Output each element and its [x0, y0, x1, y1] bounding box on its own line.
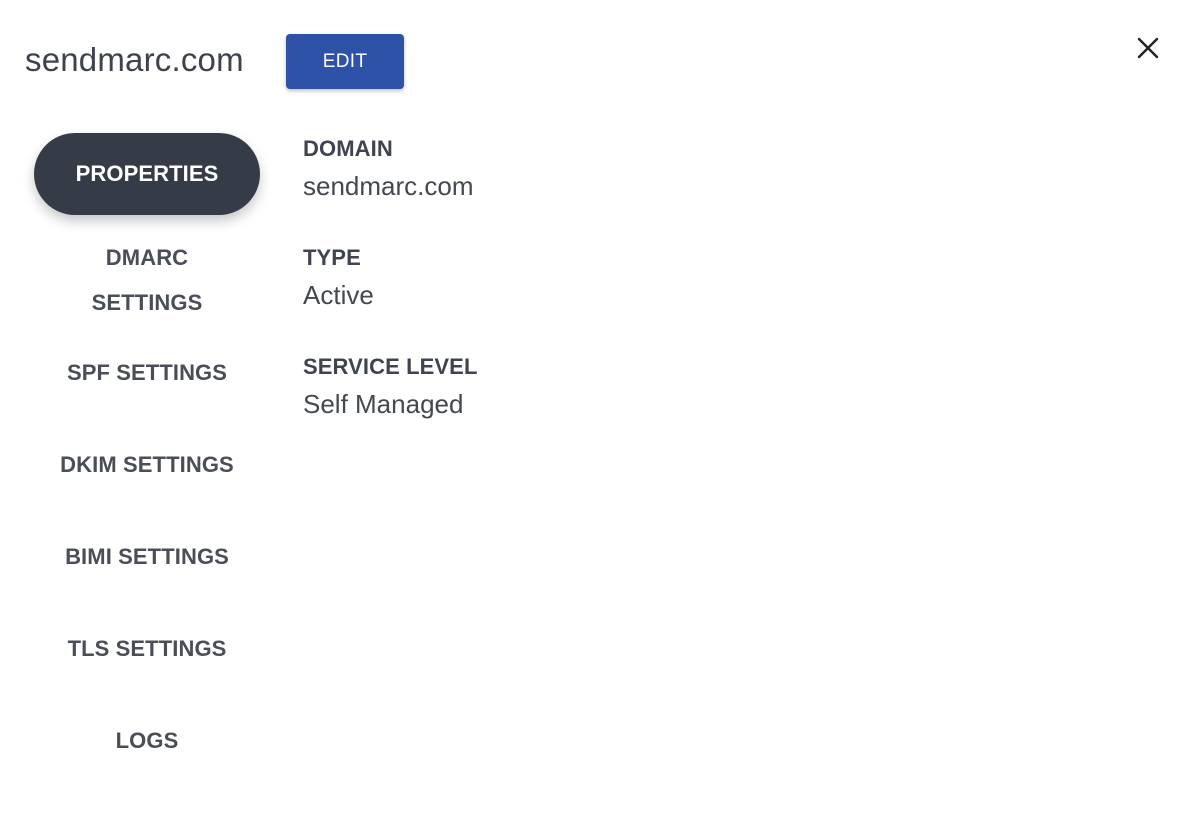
domain-value: sendmarc.com: [303, 171, 474, 201]
sidebar-nav: PROPERTIES DMARC SETTINGS SPF SETTINGS D…: [34, 133, 260, 764]
domain-label: DOMAIN: [303, 136, 393, 161]
service-level-value: Self Managed: [303, 389, 464, 419]
properties-panel: DOMAIN sendmarc.com TYPE Active SERVICE …: [303, 134, 478, 461]
close-button[interactable]: [1130, 30, 1166, 66]
sidebar-item-tls-settings[interactable]: TLS SETTINGS: [34, 626, 260, 672]
type-value: Active: [303, 280, 374, 310]
sidebar-item-properties[interactable]: PROPERTIES: [34, 133, 260, 215]
edit-button[interactable]: EDIT: [286, 34, 404, 89]
sidebar-item-logs[interactable]: LOGS: [34, 718, 260, 764]
service-level-label: SERVICE LEVEL: [303, 354, 478, 379]
sidebar-item-spf-settings[interactable]: SPF SETTINGS: [34, 350, 260, 396]
sidebar-item-bimi-settings[interactable]: BIMI SETTINGS: [34, 534, 260, 580]
sidebar-item-dkim-settings[interactable]: DKIM SETTINGS: [34, 442, 260, 488]
domain-title: sendmarc.com: [25, 41, 244, 78]
sidebar-item-dmarc-settings[interactable]: DMARC SETTINGS: [34, 235, 260, 325]
close-icon: [1137, 37, 1159, 59]
type-label: TYPE: [303, 245, 361, 270]
